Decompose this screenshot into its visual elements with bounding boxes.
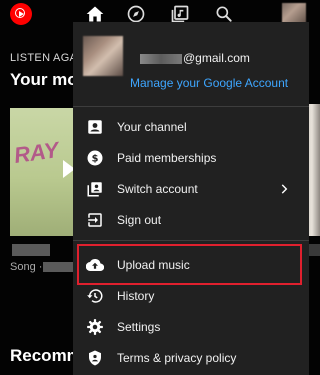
- account-avatar: [83, 36, 123, 76]
- search-icon[interactable]: [214, 4, 234, 24]
- gear-icon: [87, 319, 103, 335]
- home-icon[interactable]: [85, 4, 105, 24]
- youtube-music-logo[interactable]: [10, 3, 32, 25]
- artist-redacted: [43, 262, 73, 272]
- upload-music-highlight: [77, 244, 302, 285]
- switch-account-icon: [87, 182, 102, 197]
- menu-item-settings[interactable]: Settings: [73, 312, 309, 342]
- menu-item-label: Terms & privacy policy: [117, 351, 237, 365]
- menu-item-label: Settings: [117, 320, 161, 334]
- menu-item-label: Your channel: [117, 120, 187, 134]
- section-label: LISTEN AGAI: [10, 52, 81, 64]
- email-redacted: [140, 54, 182, 64]
- menu-item-sign-out[interactable]: Sign out: [73, 205, 309, 235]
- explore-icon[interactable]: [126, 4, 146, 24]
- menu-item-terms-privacy[interactable]: Terms & privacy policy: [73, 343, 309, 373]
- recommended-title: Recomm: [10, 346, 82, 365]
- chevron-right-icon: [281, 184, 288, 194]
- song-caption: Song ·: [10, 261, 43, 273]
- song-title-redacted: [12, 244, 50, 256]
- history-icon: [87, 289, 103, 303]
- logo-play-icon: [19, 11, 24, 17]
- divider: [73, 106, 309, 107]
- menu-item-label: Sign out: [117, 213, 162, 227]
- menu-item-switch-account[interactable]: Switch account: [73, 174, 309, 204]
- library-icon[interactable]: [170, 4, 190, 24]
- manage-account-link[interactable]: Manage your Google Account: [130, 76, 288, 90]
- menu-item-paid-memberships[interactable]: $ Paid memberships: [73, 143, 309, 173]
- menu-item-your-channel[interactable]: Your channel: [73, 112, 309, 142]
- menu-item-label: Paid memberships: [117, 151, 217, 165]
- sign-out-icon: [88, 213, 102, 227]
- divider: [73, 240, 309, 241]
- menu-item-history[interactable]: History: [73, 281, 309, 311]
- dollar-circle-icon: $: [87, 150, 103, 166]
- person-box-icon: [88, 120, 102, 134]
- svg-text:$: $: [92, 153, 99, 164]
- account-email: @gmail.com: [183, 51, 250, 65]
- menu-item-label: History: [117, 289, 155, 303]
- menu-item-label: Switch account: [117, 182, 198, 196]
- shield-icon: [89, 350, 101, 366]
- account-menu: @gmail.com Manage your Google Account Yo…: [73, 22, 309, 375]
